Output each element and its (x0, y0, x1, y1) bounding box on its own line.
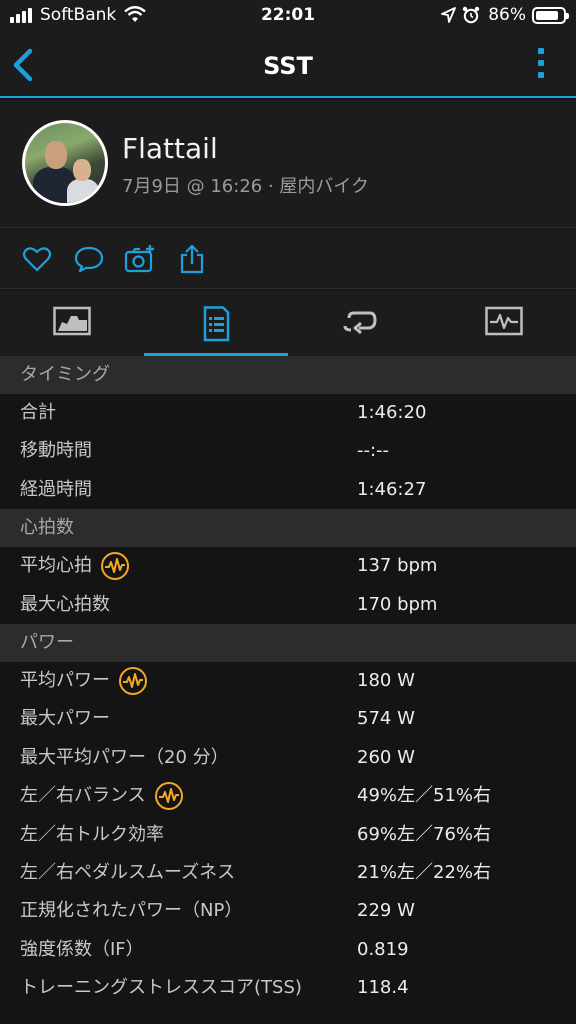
stat-row: トレーニングストレススコア(TSS) 118.4 (0, 969, 576, 1008)
stat-value: 180 W (357, 669, 415, 691)
stat-row: 強度係数（IF） 0.819 (0, 930, 576, 970)
stat-row: 最大平均パワー（20 分） 260 W (0, 738, 576, 778)
share-icon[interactable] (176, 243, 208, 275)
stat-label: 最大心拍数 (20, 593, 110, 615)
stat-value: 118.4 (357, 977, 409, 999)
stat-row: 合計 1:46:20 (0, 394, 576, 433)
stat-label: 合計 (20, 402, 56, 423)
stat-value: 229 W (357, 900, 415, 922)
laps-loop-icon (343, 311, 377, 335)
stat-row: 平均心拍 137 bpm (0, 547, 576, 586)
stats-document-icon (203, 306, 230, 342)
stat-row: 平均パワー 180 W (0, 661, 576, 701)
action-bar (0, 229, 576, 289)
stat-label: 左／右バランス (20, 777, 184, 815)
more-menu-icon[interactable] (538, 48, 546, 82)
stat-label: 最大平均パワー（20 分） (20, 746, 229, 768)
battery-icon (532, 6, 569, 24)
stat-row: 左／右ペダルスムーズネス 21%左／22%右 (0, 853, 576, 893)
activity-date-type: 7月9日 @ 16:26 · 屋内バイク (122, 176, 370, 197)
stat-label: トレーニングストレススコア(TSS) (20, 977, 302, 999)
stat-value: 260 W (357, 746, 415, 768)
stat-row: 正規化されたパワー（NP） 229 W (0, 892, 576, 931)
user-name[interactable]: Flattail (122, 132, 218, 165)
stat-row: 左／右トルク効率 69%左／76%右 (0, 815, 576, 854)
stats-list: タイミング合計 1:46:20 移動時間 --:-- 経過時間 1:46:27 心拍数 平均心… (0, 356, 576, 1008)
alarm-icon (463, 6, 480, 24)
stat-row: 左／右バランス 49%左／51%右 (0, 777, 576, 816)
heart-rate-badge-icon[interactable] (100, 551, 130, 581)
tab-laps[interactable] (288, 290, 432, 356)
location-arrow-icon (441, 7, 457, 23)
graph-pulse-icon (485, 306, 523, 336)
stat-label: 平均心拍 (20, 547, 130, 585)
stat-value: 1:46:20 (357, 402, 427, 423)
stat-label: 平均パワー (20, 662, 148, 700)
stat-row: 経過時間 1:46:27 (0, 470, 576, 510)
tab-graphs[interactable] (432, 290, 576, 356)
stat-value: 1:46:27 (357, 478, 427, 500)
stat-label: 経過時間 (20, 478, 92, 500)
stat-value: 170 bpm (357, 593, 438, 615)
stat-value: 0.819 (357, 938, 409, 960)
stat-label: 左／右トルク効率 (20, 823, 164, 845)
stat-value: --:-- (357, 440, 390, 462)
stat-value: 21%左／22%右 (357, 861, 492, 883)
stat-value: 137 bpm (357, 555, 438, 577)
nav-bar: SST (0, 32, 576, 98)
heart-rate-badge-icon[interactable] (118, 666, 148, 696)
stat-value: 574 W (357, 708, 415, 730)
stat-label: 最大パワー (20, 708, 110, 730)
section-header: パワー (0, 623, 576, 662)
stat-value: 69%左／76%右 (357, 823, 492, 845)
stat-label: 正規化されたパワー（NP） (20, 900, 243, 922)
activity-header: Flattail 7月9日 @ 16:26 · 屋内バイク (0, 100, 576, 228)
stat-row: 移動時間 --:-- (0, 432, 576, 471)
activity-tabs (0, 290, 576, 356)
comment-bubble-icon[interactable] (73, 243, 105, 275)
section-header: 心拍数 (0, 509, 576, 548)
overview-chart-icon (53, 306, 91, 336)
battery-percent: 86% (488, 5, 526, 25)
section-header: タイミング (0, 356, 576, 394)
page-title: SST (263, 52, 313, 80)
status-right: 86% (435, 5, 569, 25)
avatar[interactable] (22, 120, 108, 206)
tab-stats[interactable] (144, 290, 288, 356)
stat-value: 49%左／51%右 (357, 785, 492, 807)
stat-label: 移動時間 (20, 440, 92, 462)
stat-label: 強度係数（IF） (20, 938, 144, 960)
status-bar: SoftBank 22:01 86% (0, 0, 576, 32)
stat-row: 最大パワー 574 W (0, 700, 576, 739)
like-heart-icon[interactable] (21, 243, 53, 275)
tab-overview[interactable] (0, 290, 144, 356)
stat-label: 左／右ペダルスムーズネス (20, 861, 236, 883)
add-photo-camera-icon[interactable] (124, 243, 156, 275)
stat-row: 最大心拍数 170 bpm (0, 585, 576, 624)
heart-rate-badge-icon[interactable] (154, 781, 184, 811)
